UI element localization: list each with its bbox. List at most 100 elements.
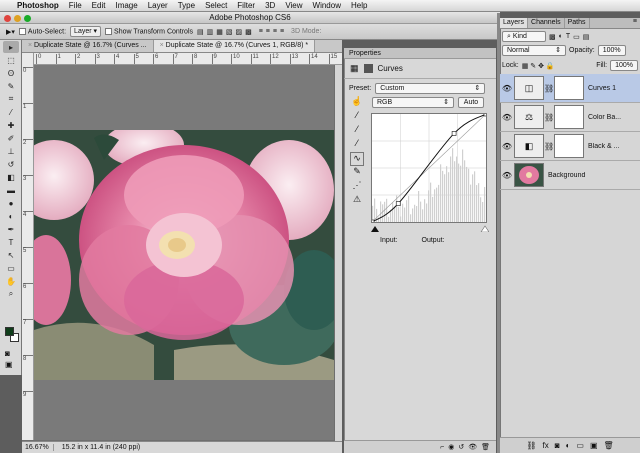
layer-row-black-white[interactable]: 👁 ◧ ⛓ Black & ... [500,132,640,161]
tab-layers[interactable]: Layers [500,18,529,28]
marquee-tool-icon[interactable]: ⬚ [3,54,19,66]
eye-icon[interactable]: 👁 [500,171,514,180]
preset-dropdown[interactable]: Custom ⇕ [375,83,486,94]
mask-icon[interactable] [363,64,373,73]
path-select-icon[interactable]: ↖ [3,249,19,261]
chain-link-icon[interactable]: ⛓ [544,142,554,151]
channel-dropdown[interactable]: RGB ⇕ [372,97,454,108]
zoom-window-button[interactable] [24,15,31,22]
history-brush-icon[interactable]: ↺ [3,158,19,170]
filter-adjust-icon[interactable]: ◐ [559,33,563,40]
pen-tool-icon[interactable]: ✒ [3,223,19,235]
menu-file[interactable]: File [64,1,87,10]
layer-name[interactable]: Background [548,172,585,179]
auto-select-dropdown[interactable]: Layer ▾ [70,26,102,37]
curve-point[interactable] [483,111,489,117]
new-layer-icon[interactable]: ▣ [590,441,598,450]
document-tab-2[interactable]: × Duplicate State @ 16.7% (Curves 1, RGB… [153,40,316,52]
layer-name[interactable]: Color Ba... [588,114,621,121]
filter-pixel-icon[interactable]: ▩ [549,33,556,41]
filter-smart-icon[interactable]: ▤ [583,33,590,41]
eye-icon[interactable]: 👁 [500,113,514,122]
type-tool-icon[interactable]: T [3,236,19,248]
auto-select-checkbox[interactable]: Auto-Select: [18,27,66,35]
delete-adjustment-icon[interactable]: 🗑 [481,443,490,451]
tab-channels[interactable]: Channels [528,18,565,28]
new-group-icon[interactable]: ▭ [576,441,584,450]
layer-mask-thumb[interactable] [554,134,584,158]
white-slider-handle[interactable] [480,225,490,233]
eyedropper-tool-icon[interactable]: ⁄ [3,106,19,118]
foreground-color-swatch[interactable] [5,327,14,336]
menu-help[interactable]: Help [346,1,372,10]
vertical-scrollbar[interactable] [335,65,342,441]
curve-point-icon[interactable]: ∿ [350,152,364,166]
lock-icons[interactable]: ▦ ✎ ✥ 🔒 [522,62,555,70]
fill-input[interactable]: 100% [610,60,638,71]
layer-name[interactable]: Black & ... [588,143,620,150]
brush-tool-icon[interactable]: ✐ [3,132,19,144]
chain-link-icon[interactable]: ⛓ [544,84,554,93]
menu-3d[interactable]: 3D [260,1,280,10]
close-tab-icon[interactable]: × [28,42,32,49]
quick-mask-icon[interactable]: ◙ [5,349,19,358]
fx-icon[interactable]: fx [542,441,548,450]
curve-point[interactable] [369,219,375,225]
menu-view[interactable]: View [280,1,307,10]
clone-stamp-icon[interactable]: ⊥ [3,145,19,157]
menu-layer[interactable]: Layer [143,1,173,10]
document-info[interactable]: 15.2 in x 11.4 in (240 ppi) [62,444,140,451]
align-icons[interactable]: ▤▥▦▧▨▩ [197,28,255,36]
kind-dropdown[interactable]: ⌕ Kind [502,31,546,42]
gray-point-eyedropper-icon[interactable]: ⁄ [350,124,364,138]
menu-image[interactable]: Image [110,1,142,10]
visibility-icon[interactable]: 👁 [468,443,477,451]
document-tab-1[interactable]: × Duplicate State @ 16.7% (Curves ... [22,40,154,52]
white-point-eyedropper-icon[interactable]: ⁄ [350,138,364,152]
filter-shape-icon[interactable]: ▭ [573,33,580,41]
clip-to-layer-icon[interactable]: ⌐ [440,444,444,451]
color-swatches[interactable]: ◙ ▣ [5,327,19,369]
clipping-warning-icon[interactable]: ⚠ [350,194,364,208]
layer-mask-thumb[interactable] [554,76,584,100]
document-photo[interactable] [34,130,334,380]
target-adjust-icon[interactable]: ☝ [350,96,364,110]
hand-tool-icon[interactable]: ✋ [3,275,19,287]
lasso-tool-icon[interactable]: ʘ [3,67,19,79]
chain-link-icon[interactable]: ⛓ [544,113,554,122]
tab-paths[interactable]: Paths [565,18,590,28]
layer-name[interactable]: Curves 1 [588,85,616,92]
crop-tool-icon[interactable]: ⌗ [3,93,19,105]
properties-tab[interactable]: Properties [344,48,496,59]
smooth-icon[interactable]: ⋰ [350,180,364,194]
menu-type[interactable]: Type [173,1,200,10]
curve-point[interactable] [451,131,457,136]
screen-mode-icon[interactable]: ▣ [5,360,19,369]
healing-brush-icon[interactable]: ✚ [3,119,19,131]
menu-app[interactable]: Photoshop [12,1,64,10]
black-point-eyedropper-icon[interactable]: ⁄ [350,110,364,124]
distribute-icons[interactable]: ≡≡≡≡ [259,28,287,35]
move-tool-preset-icon[interactable]: ▶▾ [6,28,15,36]
layer-mask-thumb[interactable] [554,105,584,129]
quick-select-tool-icon[interactable]: ✎ [3,80,19,92]
blend-mode-dropdown[interactable]: Normal ⇕ [502,45,566,56]
dodge-tool-icon[interactable]: ◐ [3,210,19,222]
pencil-draw-icon[interactable]: ✎ [350,166,364,180]
eraser-tool-icon[interactable]: ◧ [3,171,19,183]
curves-adjust-icon[interactable]: ▦ [350,63,359,74]
zoom-level[interactable]: 16.67% [25,444,54,451]
blur-tool-icon[interactable]: ● [3,197,19,209]
menu-select[interactable]: Select [200,1,232,10]
minimize-window-button[interactable] [14,15,21,22]
close-tab-icon[interactable]: × [160,42,164,49]
transform-controls-checkbox[interactable]: Show Transform Controls [105,27,193,35]
curve-point[interactable] [395,201,401,206]
black-slider-handle[interactable] [371,226,379,232]
curves-graph[interactable] [369,111,489,225]
view-previous-icon[interactable]: ◉ [448,443,454,451]
gradient-tool-icon[interactable]: ▬ [3,184,19,196]
input-slider[interactable] [369,224,490,233]
menu-window[interactable]: Window [308,1,346,10]
shape-tool-icon[interactable]: ▭ [3,262,19,274]
